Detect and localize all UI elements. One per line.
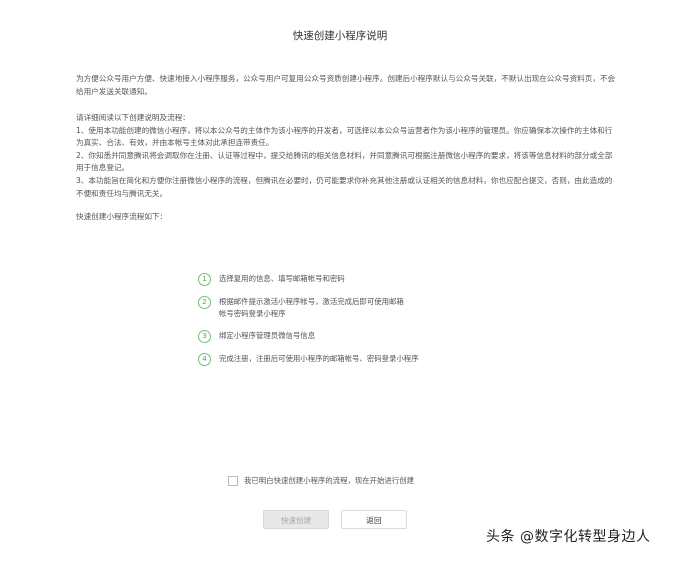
page-title: 快速创建小程序说明 xyxy=(292,30,388,42)
flow-label: 快速创建小程序流程如下： xyxy=(76,212,168,221)
rules-section: 请详细阅读以下创建说明及流程： 1、使用本功能创建的微信小程序，将以本公众号的主… xyxy=(76,112,616,200)
quick-create-page: 快速创建小程序说明 为方便公众号用户方便、快速地接入小程序服务，公众号用户可复用… xyxy=(0,0,700,562)
agreement-checkbox[interactable] xyxy=(228,475,238,486)
rules-heading: 请详细阅读以下创建说明及流程： xyxy=(76,113,190,122)
rule-item-2: 2、你知悉并同意腾讯将会调取你在注册、认证等过程中，提交给腾讯的相关信息材料，并… xyxy=(76,150,613,173)
flow-step: 1 选择复用的信息、填写邮箱帐号和密码 xyxy=(198,273,518,286)
flow-step: 4 完成注册，注册后可使用小程序的邮箱帐号、密码登录小程序 xyxy=(198,353,518,366)
step-number-icon: 1 xyxy=(198,273,211,286)
flow-steps: 1 选择复用的信息、填写邮箱帐号和密码 2 根据邮件提示激活小程序帐号，激活完成… xyxy=(198,273,518,376)
flow-step: 2 根据邮件提示激活小程序帐号，激活完成后即可使用邮箱帐号密码登录小程序 xyxy=(198,296,518,320)
step-number-icon: 3 xyxy=(198,330,211,343)
intro-paragraph: 为方便公众号用户方便、快速地接入小程序服务，公众号用户可复用公众号资质创建小程序… xyxy=(76,74,616,96)
rule-item-3: 3、本功能旨在简化和方便你注册微信小程序的流程，但腾讯在必要时，仍可能要求你补充… xyxy=(76,175,613,198)
rule-item-1: 1、使用本功能创建的微信小程序，将以本公众号的主体作为该小程序的开发者，可选择以… xyxy=(76,125,613,148)
step-text: 根据邮件提示激活小程序帐号，激活完成后即可使用邮箱帐号密码登录小程序 xyxy=(219,297,404,318)
quick-create-button[interactable]: 快速创建 xyxy=(263,510,329,529)
watermark-text: 头条 @数字化转型身边人 xyxy=(486,529,651,545)
step-text: 选择复用的信息、填写邮箱帐号和密码 xyxy=(219,274,345,283)
step-number-icon: 4 xyxy=(198,353,211,366)
agreement-label[interactable]: 我已明白快速创建小程序的流程，现在开始进行创建 xyxy=(244,475,414,486)
step-text: 绑定小程序管理员微信号信息 xyxy=(219,331,316,340)
back-button[interactable]: 返回 xyxy=(341,510,407,529)
flow-step: 3 绑定小程序管理员微信号信息 xyxy=(198,330,518,343)
step-text: 完成注册，注册后可使用小程序的邮箱帐号、密码登录小程序 xyxy=(219,354,419,363)
agreement-row[interactable]: 我已明白快速创建小程序的流程，现在开始进行创建 xyxy=(228,475,414,486)
step-number-icon: 2 xyxy=(198,296,211,309)
